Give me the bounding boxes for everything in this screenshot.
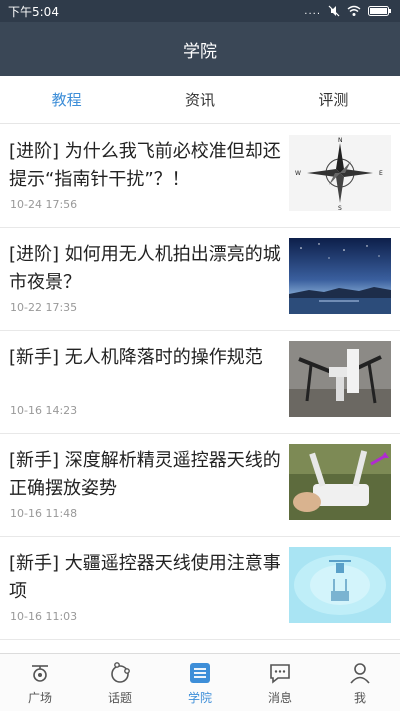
article-time: 10-16 11:48 <box>10 507 78 520</box>
night-city-image <box>289 238 391 314</box>
app-bar: 学院 <box>0 22 400 76</box>
nav-label: 广场 <box>27 691 52 705</box>
article-item[interactable]: [进阶] 为什么我飞前必校准但却还提示“指南针干扰”？！ 10-24 17:56… <box>0 125 400 228</box>
article-list: [进阶] 为什么我飞前必校准但却还提示“指南针干扰”？！ 10-24 17:56… <box>0 125 400 653</box>
tab-news[interactable]: 资讯 <box>133 76 266 123</box>
academy-icon <box>187 660 213 686</box>
message-icon <box>267 660 293 686</box>
svg-text:W: W <box>295 170 301 177</box>
antenna-diagram-image <box>289 547 391 623</box>
nav-label: 我 <box>353 691 366 705</box>
article-title: [进阶] 如何用无人机拍出漂亮的城市夜景？ <box>9 244 281 293</box>
article-time: 10-16 11:03 <box>10 610 78 623</box>
svg-text:N: N <box>338 137 343 144</box>
nav-plaza[interactable]: 广场 <box>0 654 80 711</box>
article-item[interactable]: [新手] 深度解析精灵遥控器天线的正确摆放姿势 10-16 11:48 <box>0 434 400 537</box>
remote-antenna-image <box>289 444 391 520</box>
screen: 下午5:04 .... 学院 教程 资讯 评测 [进阶] 为什么我飞前必校准但却… <box>0 0 400 711</box>
nav-messages[interactable]: 消息 <box>240 654 320 711</box>
drone-icon <box>27 660 53 686</box>
drone-landing-image <box>289 341 391 417</box>
status-icons: .... <box>304 5 392 17</box>
article-item[interactable]: [进阶] 如何用无人机拍出漂亮的城市夜景？ 10-22 17:35 <box>0 228 400 331</box>
status-bar: 下午5:04 .... <box>0 0 400 22</box>
nav-topics[interactable]: 话题 <box>80 654 160 711</box>
article-item[interactable]: [新手] 大疆遥控器天线使用注意事项 10-16 11:03 <box>0 537 400 640</box>
status-dots: .... <box>304 5 321 17</box>
status-time: 下午5:04 <box>8 4 59 19</box>
article-item[interactable]: [新手] 无人机降落时的操作规范 10-16 14:23 <box>0 331 400 434</box>
nav-academy[interactable]: 学院 <box>160 654 240 711</box>
article-title: [新手] 大疆遥控器天线使用注意事项 <box>9 553 281 602</box>
svg-text:S: S <box>338 205 342 211</box>
article-time: 10-16 14:23 <box>10 404 78 417</box>
article-title: [进阶] 为什么我飞前必校准但却还提示“指南针干扰”？！ <box>9 141 281 190</box>
nav-label: 学院 <box>187 691 212 705</box>
compass-image: N S W E <box>289 135 391 211</box>
bottom-navigation: 广场 话题 学院 消息 我 <box>0 653 400 711</box>
article-title: [新手] 无人机降落时的操作规范 <box>9 347 263 368</box>
article-title: [新手] 深度解析精灵遥控器天线的正确摆放姿势 <box>9 450 281 499</box>
nav-me[interactable]: 我 <box>320 654 400 711</box>
wifi-icon <box>347 5 361 17</box>
category-tabs: 教程 资讯 评测 <box>0 76 400 124</box>
svg-text:E: E <box>379 170 383 177</box>
battery-icon <box>368 5 392 17</box>
mute-icon <box>328 5 340 17</box>
page-title: 学院 <box>183 41 217 62</box>
nav-label: 消息 <box>267 691 292 705</box>
tab-tutorial[interactable]: 教程 <box>0 76 133 123</box>
article-time: 10-22 17:35 <box>10 301 78 314</box>
topic-icon <box>107 660 133 686</box>
profile-icon <box>347 660 373 686</box>
nav-label: 话题 <box>107 691 132 705</box>
article-time: 10-24 17:56 <box>10 198 78 211</box>
tab-review[interactable]: 评测 <box>267 76 400 123</box>
